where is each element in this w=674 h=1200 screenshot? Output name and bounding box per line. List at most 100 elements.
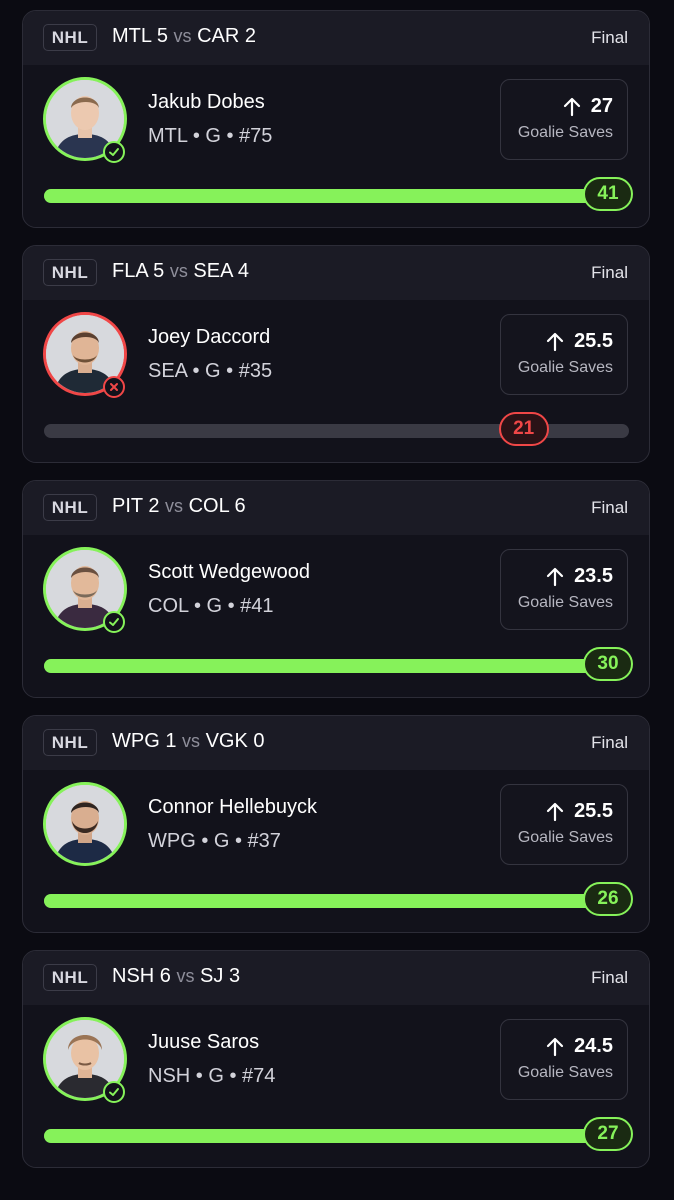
away-team: MTL [112, 25, 152, 47]
prop-line-value: 24.5 [574, 1035, 613, 1057]
result-value-pill: 26 [583, 882, 633, 916]
player-avatar[interactable] [43, 547, 127, 633]
prop-line-box: 24.5 Goalie Saves [500, 1019, 628, 1100]
game-header: NHL MTL 5 vs CAR 2 Final [23, 11, 649, 65]
home-score: 6 [234, 495, 246, 517]
away-team: PIT [112, 495, 143, 517]
player-name[interactable]: Jakub Dobes [148, 91, 265, 114]
player-avatar[interactable] [43, 312, 127, 398]
matchup: MTL 5 vs CAR 2 [112, 25, 256, 48]
home-score: 3 [228, 965, 241, 987]
progress-fill [44, 189, 629, 203]
progress-track [44, 659, 629, 673]
matchup: PIT 2 vs COL 6 [112, 495, 246, 518]
arrow-up-icon [563, 97, 580, 116]
away-team: NSH [112, 965, 155, 987]
prop-line-box: 25.5 Goalie Saves [500, 784, 628, 865]
player-avatar[interactable] [43, 77, 127, 163]
league-badge: NHL [43, 729, 97, 756]
vs-label: vs [173, 26, 192, 46]
check-icon [103, 611, 125, 633]
player-name[interactable]: Connor Hellebuyck [148, 796, 317, 819]
player-avatar[interactable] [43, 1017, 127, 1103]
pick-card[interactable]: NHL WPG 1 vs VGK 0 Final Connor Hellebuy… [22, 715, 650, 933]
player-name[interactable]: Joey Daccord [148, 326, 270, 349]
progress-fill [44, 894, 629, 908]
league-badge: NHL [43, 964, 97, 991]
home-team: SEA [193, 260, 233, 282]
vs-label: vs [169, 261, 188, 281]
progress-track [44, 189, 629, 203]
arrow-up-icon [546, 1037, 564, 1056]
x-icon [103, 376, 125, 398]
home-team: COL [188, 495, 229, 517]
vs-label: vs [182, 731, 201, 751]
check-icon [103, 1081, 125, 1103]
game-status: Final [591, 968, 628, 987]
game-status: Final [591, 733, 628, 752]
game-header: NHL FLA 5 vs SEA 4 Final [23, 246, 649, 300]
home-score: 2 [244, 25, 256, 47]
player-photo-icon [46, 785, 124, 863]
pick-results-list: NHL MTL 5 vs CAR 2 Final Jakub Dobes MTL… [0, 0, 674, 1200]
home-score: 0 [253, 730, 265, 752]
prop-line-box: 27 Goalie Saves [500, 79, 628, 160]
pick-card[interactable]: NHL FLA 5 vs SEA 4 Final Joey Daccord SE… [22, 245, 650, 463]
game-status: Final [591, 263, 628, 282]
home-team: VGK [205, 730, 248, 752]
league-badge: NHL [43, 259, 97, 286]
away-team: WPG [112, 730, 160, 752]
player-avatar[interactable] [43, 782, 127, 866]
home-team: CAR [197, 25, 240, 47]
game-header: NHL PIT 2 vs COL 6 Final [23, 481, 649, 535]
player-meta: COL • G • #41 [148, 595, 274, 617]
home-score: 4 [237, 260, 249, 282]
player-meta: MTL • G • #75 [148, 125, 273, 147]
matchup: WPG 1 vs VGK 0 [112, 730, 265, 753]
prop-line-value: 25.5 [574, 800, 613, 822]
progress-track [44, 1129, 629, 1143]
away-team: FLA [112, 260, 148, 282]
league-badge: NHL [43, 24, 97, 51]
arrow-up-icon [546, 567, 564, 586]
home-team: SJ [200, 965, 224, 987]
progress-fill [44, 1129, 629, 1143]
stat-label: Goalie Saves [517, 359, 613, 376]
away-score: 1 [165, 730, 177, 752]
player-name[interactable]: Scott Wedgewood [148, 561, 310, 584]
player-name[interactable]: Juuse Saros [148, 1031, 259, 1054]
pick-card[interactable]: NHL MTL 5 vs CAR 2 Final Jakub Dobes MTL… [22, 10, 650, 228]
away-score: 5 [156, 25, 168, 47]
vs-label: vs [165, 496, 184, 516]
game-status: Final [591, 28, 628, 47]
player-meta: SEA • G • #35 [148, 360, 273, 382]
avatar [43, 782, 127, 866]
game-status: Final [591, 498, 628, 517]
result-value-pill: 30 [583, 647, 633, 681]
prop-line-value: 23.5 [574, 565, 613, 587]
away-score: 2 [148, 495, 160, 517]
prop-line-value: 25.5 [574, 330, 613, 352]
result-value-pill: 27 [583, 1117, 633, 1151]
away-score: 6 [159, 965, 171, 987]
pick-card[interactable]: NHL NSH 6 vs SJ 3 Final Juuse Saros NSH … [22, 950, 650, 1168]
away-score: 5 [153, 260, 165, 282]
progress-fill [44, 659, 629, 673]
game-header: NHL NSH 6 vs SJ 3 Final [23, 951, 649, 1005]
result-value-pill: 41 [583, 177, 633, 211]
arrow-up-icon [546, 332, 564, 351]
league-badge: NHL [43, 494, 97, 521]
arrow-up-icon [546, 802, 564, 821]
vs-label: vs [176, 966, 195, 986]
stat-label: Goalie Saves [517, 124, 613, 141]
prop-line-box: 25.5 Goalie Saves [500, 314, 628, 395]
stat-label: Goalie Saves [517, 594, 613, 611]
matchup: NSH 6 vs SJ 3 [112, 965, 240, 988]
player-meta: WPG • G • #37 [148, 830, 281, 852]
check-icon [103, 141, 125, 163]
result-value-pill: 21 [498, 412, 549, 446]
prop-line-box: 23.5 Goalie Saves [500, 549, 628, 630]
pick-card[interactable]: NHL PIT 2 vs COL 6 Final Scott Wedgewood… [22, 480, 650, 698]
prop-line-value: 27 [590, 95, 613, 117]
game-header: NHL WPG 1 vs VGK 0 Final [23, 716, 649, 770]
